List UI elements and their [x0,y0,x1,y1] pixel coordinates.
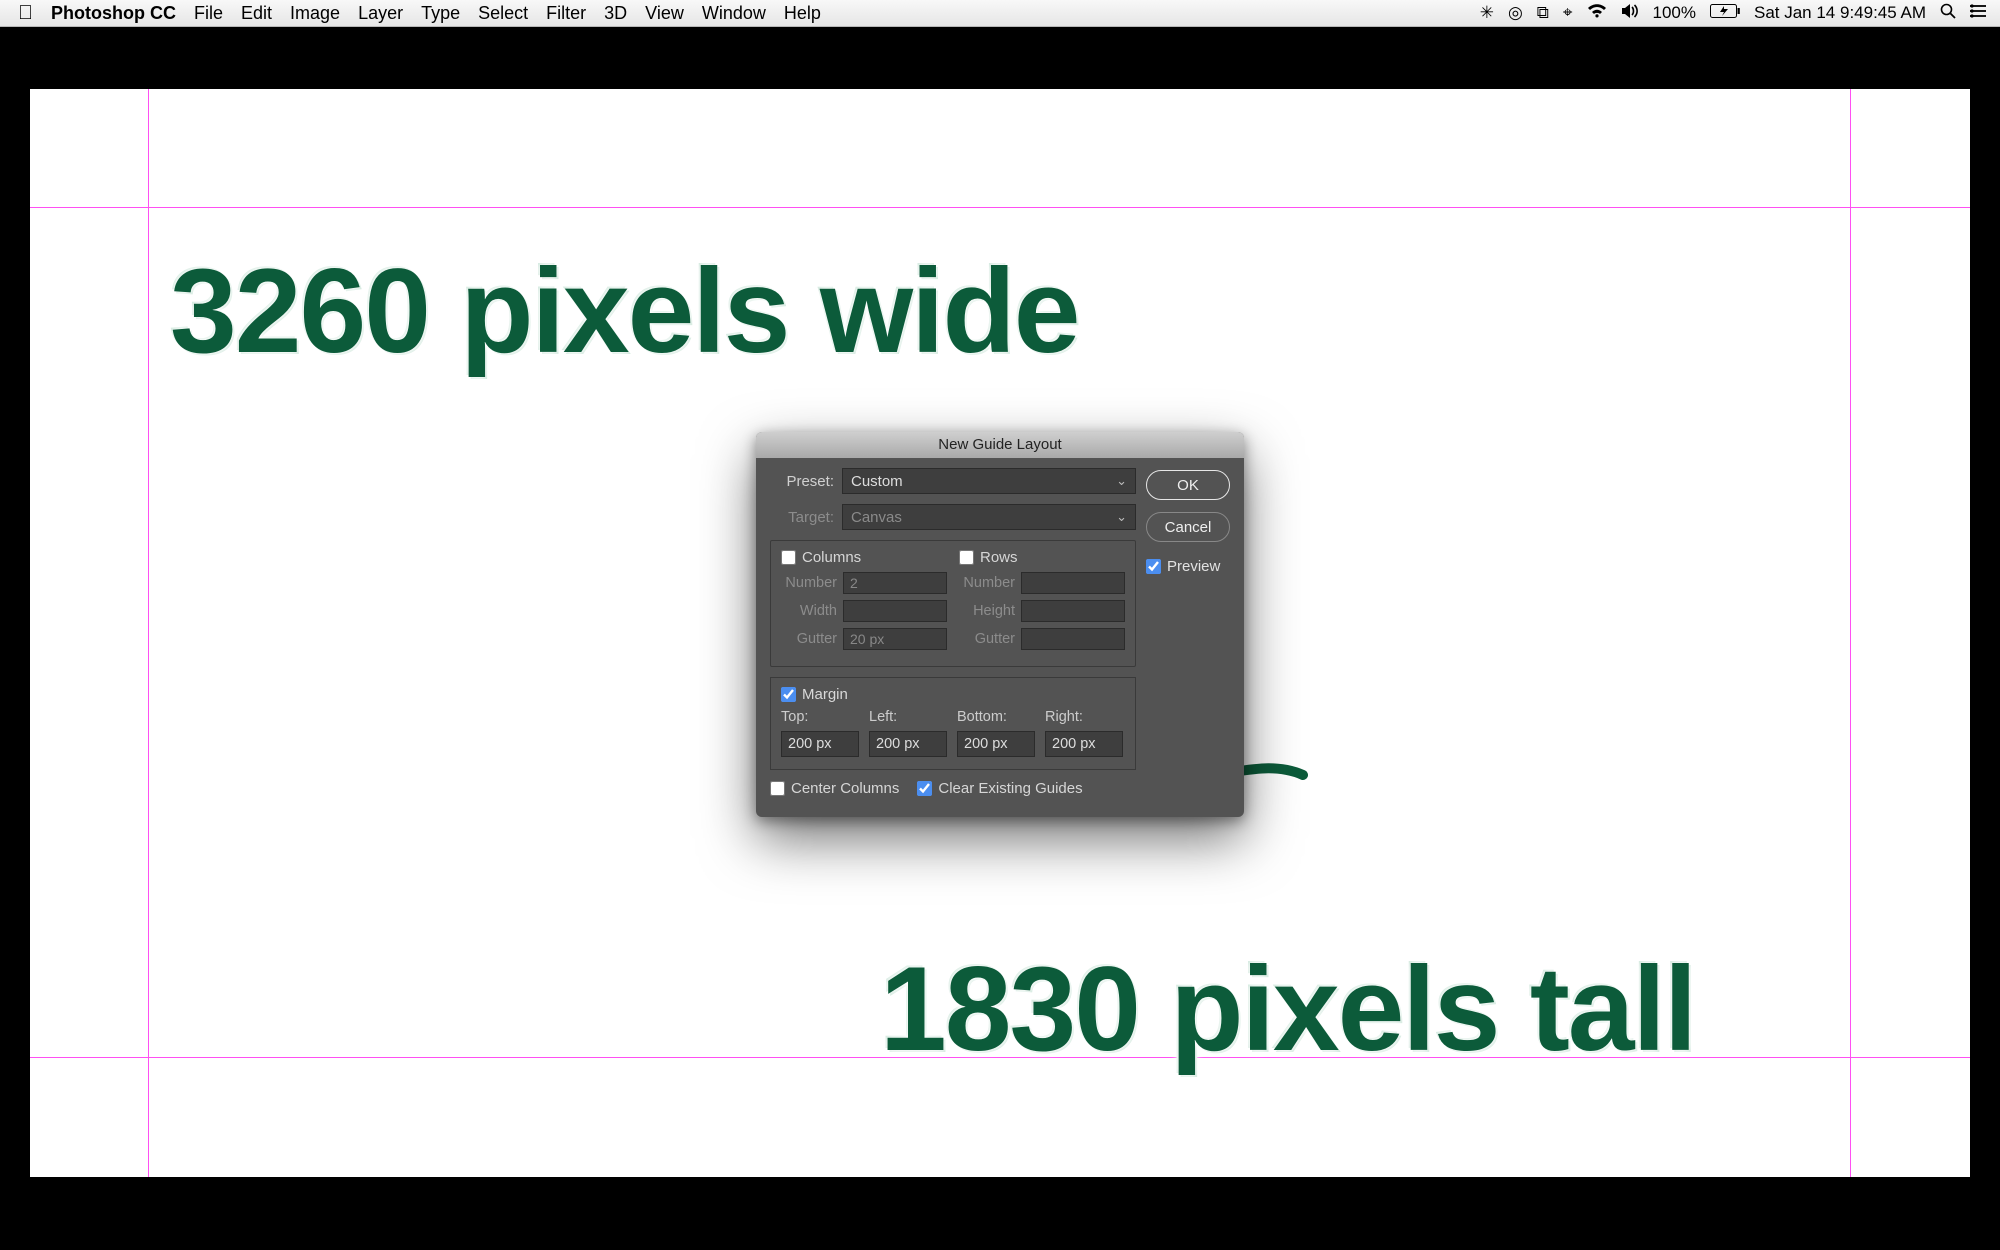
columns-number-label: Number [781,575,843,591]
guide-horizontal-top[interactable] [30,207,1970,208]
target-value: Canvas [851,509,902,526]
creative-cloud-icon[interactable]: ◎ [1508,3,1523,23]
margin-top-input[interactable]: 200 px [781,731,859,757]
rows-checkbox-label: Rows [980,549,1018,566]
margin-right-label: Right: [1045,709,1123,725]
annotation-width-text: 3260 pixels wide [170,251,1079,371]
rows-number-label: Number [959,575,1021,591]
menu-select[interactable]: Select [478,3,528,24]
menu-view[interactable]: View [645,3,684,24]
columns-number-input: 2 [843,572,947,594]
margin-bottom-label: Bottom: [957,709,1035,725]
app-name[interactable]: Photoshop CC [51,3,176,24]
margin-right-input[interactable]: 200 px [1045,731,1123,757]
new-guide-layout-dialog[interactable]: New Guide Layout Preset: Custom ⌄ Target… [756,432,1244,817]
status-icon-2[interactable]: ⌖ [1563,3,1573,23]
margin-bottom-input[interactable]: 200 px [957,731,1035,757]
columns-gutter-label: Gutter [781,631,843,647]
margin-top-label: Top: [781,709,859,725]
dropbox-icon[interactable]: ⧉ [1537,3,1549,23]
battery-percent: 100% [1653,3,1696,23]
volume-icon[interactable] [1621,3,1639,23]
target-label: Target: [770,509,834,526]
rows-gutter-label: Gutter [959,631,1021,647]
rows-number-input [1021,572,1125,594]
status-icon-1[interactable]: ✳︎ [1480,3,1494,23]
margin-checkbox-label: Margin [802,686,848,703]
menu-type[interactable]: Type [421,3,460,24]
wifi-icon[interactable] [1587,3,1607,23]
target-dropdown: Canvas ⌄ [842,504,1136,530]
columns-gutter-input: 20 px [843,628,947,650]
battery-icon[interactable] [1710,3,1740,23]
preset-dropdown[interactable]: Custom ⌄ [842,468,1136,494]
menu-window[interactable]: Window [702,3,766,24]
rows-gutter-input [1021,628,1125,650]
clear-existing-guides-checkbox[interactable]: Clear Existing Guides [917,780,1082,797]
photoshop-workspace: 3260 pixels wide 1830 pixels tall New Gu… [0,27,2000,1250]
menu-filter[interactable]: Filter [546,3,586,24]
notification-center-icon[interactable] [1970,3,1986,23]
menu-edit[interactable]: Edit [241,3,272,24]
menu-help[interactable]: Help [784,3,821,24]
margin-left-label: Left: [869,709,947,725]
columns-checkbox[interactable]: Columns [781,549,947,566]
preset-label: Preset: [770,473,834,490]
guide-vertical-left[interactable] [148,89,149,1177]
spotlight-icon[interactable] [1940,3,1956,24]
annotation-height-text: 1830 pixels tall [880,949,1695,1069]
center-columns-checkbox[interactable]: Center Columns [770,780,899,797]
menu-image[interactable]: Image [290,3,340,24]
rows-checkbox[interactable]: Rows [959,549,1125,566]
margin-left-input[interactable]: 200 px [869,731,947,757]
guide-vertical-right[interactable] [1850,89,1851,1177]
preview-label: Preview [1167,558,1220,575]
chevron-down-icon: ⌄ [1116,473,1127,489]
menubar-right: ✳︎ ◎ ⧉ ⌖ 100% Sat Jan 14 9:49:45 AM [1480,3,2000,24]
preview-checkbox[interactable]: Preview [1146,558,1230,575]
columns-width-label: Width [781,603,843,619]
rows-height-input [1021,600,1125,622]
menu-file[interactable]: File [194,3,223,24]
preset-value: Custom [851,473,903,490]
menu-layer[interactable]: Layer [358,3,403,24]
clear-existing-guides-label: Clear Existing Guides [938,780,1082,797]
menu-3d[interactable]: 3D [604,3,627,24]
apple-menu-icon[interactable]:  [18,2,33,25]
cancel-button[interactable]: Cancel [1146,512,1230,542]
menubar-left:  Photoshop CC File Edit Image Layer Typ… [0,2,821,25]
margin-checkbox[interactable]: Margin [781,686,1125,703]
center-columns-label: Center Columns [791,780,899,797]
ok-button[interactable]: OK [1146,470,1230,500]
columns-width-input [843,600,947,622]
dialog-title: New Guide Layout [756,432,1244,458]
columns-checkbox-label: Columns [802,549,861,566]
macos-menubar:  Photoshop CC File Edit Image Layer Typ… [0,0,2000,27]
rows-height-label: Height [959,603,1021,619]
chevron-down-icon: ⌄ [1116,509,1127,525]
clock[interactable]: Sat Jan 14 9:49:45 AM [1754,3,1926,23]
